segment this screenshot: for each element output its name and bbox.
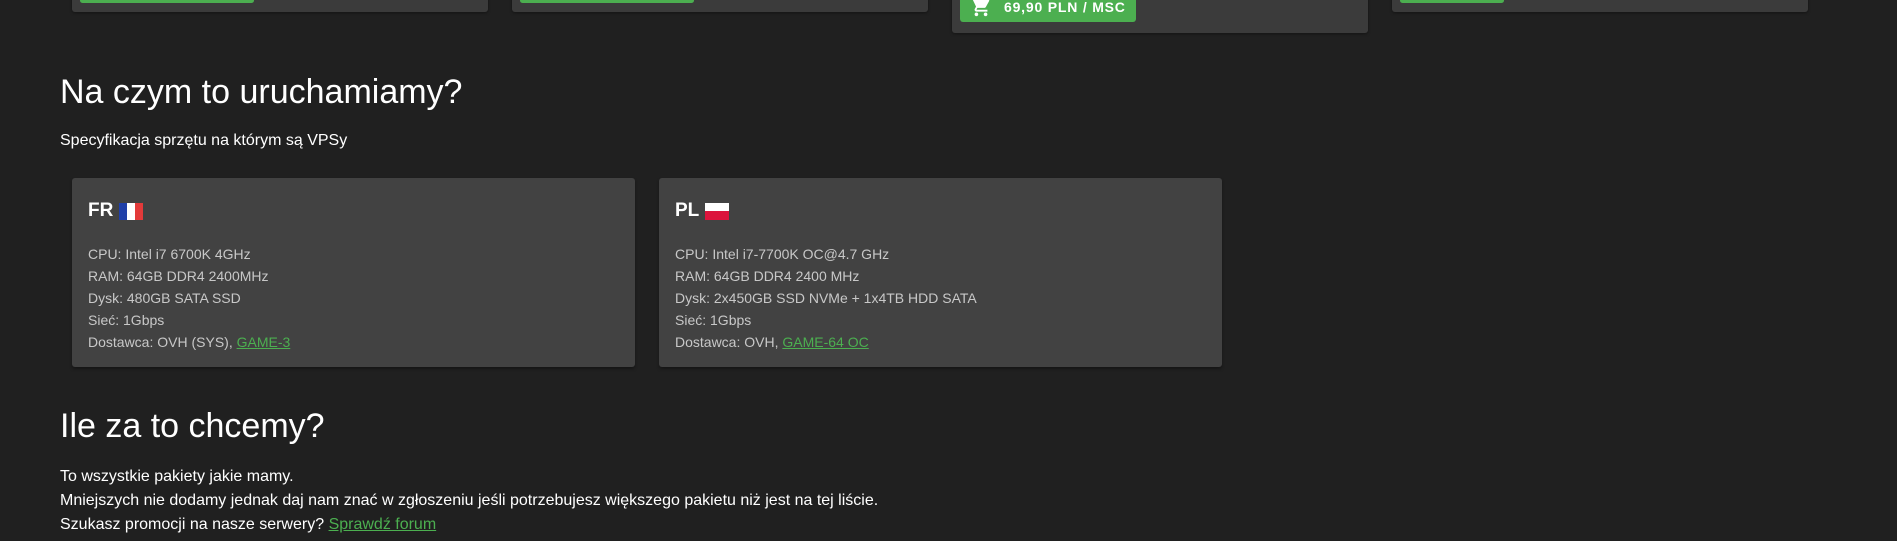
- spec-ram: RAM: 64GB DDR4 2400MHz: [88, 268, 269, 284]
- spec-network: Sieć: 1Gbps: [88, 312, 165, 328]
- spec-disk: Dysk: 2x450GB SSD NVMe + 1x4TB HDD SATA: [675, 290, 977, 306]
- server-header: PL: [675, 200, 730, 222]
- order-button[interactable]: 69,90 PLN / MSC: [960, 0, 1136, 22]
- description-line: Szukasz promocji na nasze serwery? Spraw…: [60, 513, 878, 537]
- flag-france-icon: [119, 202, 144, 220]
- order-button[interactable]: [520, 0, 694, 3]
- pricing-card: [512, 0, 928, 12]
- provider-link[interactable]: GAME-64 OC: [782, 334, 868, 350]
- promo-question: Szukasz promocji na nasze serwery?: [60, 516, 329, 533]
- provider-link[interactable]: GAME-3: [237, 334, 291, 350]
- pricing-card-featured: 69,90 PLN / MSC: [952, 0, 1368, 33]
- spec-network: Sieć: 1Gbps: [675, 312, 752, 328]
- spec-cpu: CPU: Intel i7 6700K 4GHz: [88, 246, 251, 262]
- hardware-section-title: Na czym to uruchamiamy?: [60, 73, 463, 111]
- order-button[interactable]: [80, 0, 254, 3]
- spec-disk: Dysk: 480GB SATA SSD: [88, 290, 241, 306]
- flag-poland-icon: [705, 202, 730, 220]
- spec-cpu: CPU: Intel i7-7700K OC@4.7 GHz: [675, 246, 890, 262]
- server-card-fr: FR CPU: Intel i7 6700K 4GHz RAM: 64GB DD…: [72, 178, 635, 367]
- server-specs: CPU: Intel i7 6700K 4GHz RAM: 64GB DDR4 …: [88, 243, 290, 353]
- server-code: PL: [675, 200, 700, 221]
- pricing-card: [72, 0, 488, 12]
- spec-provider: Dostawca: OVH (SYS), GAME-3: [88, 331, 290, 353]
- cart-icon: [972, 0, 990, 17]
- description-line: To wszystkie pakiety jakie mamy.: [60, 468, 294, 485]
- server-card-pl: PL CPU: Intel i7-7700K OC@4.7 GHz RAM: 6…: [659, 178, 1222, 367]
- price-label: 69,90 PLN / MSC: [1004, 0, 1126, 15]
- provider-label: Dostawca: OVH (SYS),: [88, 334, 237, 350]
- server-specs: CPU: Intel i7-7700K OC@4.7 GHz RAM: 64GB…: [675, 243, 977, 353]
- description-line: Mniejszych nie dodamy jednak daj nam zna…: [60, 492, 879, 509]
- server-code: FR: [88, 200, 114, 221]
- order-button[interactable]: [1400, 0, 1504, 3]
- pricing-section-description: To wszystkie pakiety jakie mamy. Mniejsz…: [60, 465, 878, 537]
- server-header: FR: [88, 200, 144, 222]
- spec-provider: Dostawca: OVH, GAME-64 OC: [675, 331, 977, 353]
- pricing-card: [1392, 0, 1808, 12]
- pricing-section-title: Ile za to chcemy?: [60, 407, 325, 445]
- forum-link[interactable]: Sprawdź forum: [329, 516, 437, 533]
- hardware-section-subtitle: Specyfikacja sprzętu na którym są VPSy: [60, 132, 348, 149]
- provider-label: Dostawca: OVH,: [675, 334, 783, 350]
- spec-ram: RAM: 64GB DDR4 2400 MHz: [675, 268, 860, 284]
